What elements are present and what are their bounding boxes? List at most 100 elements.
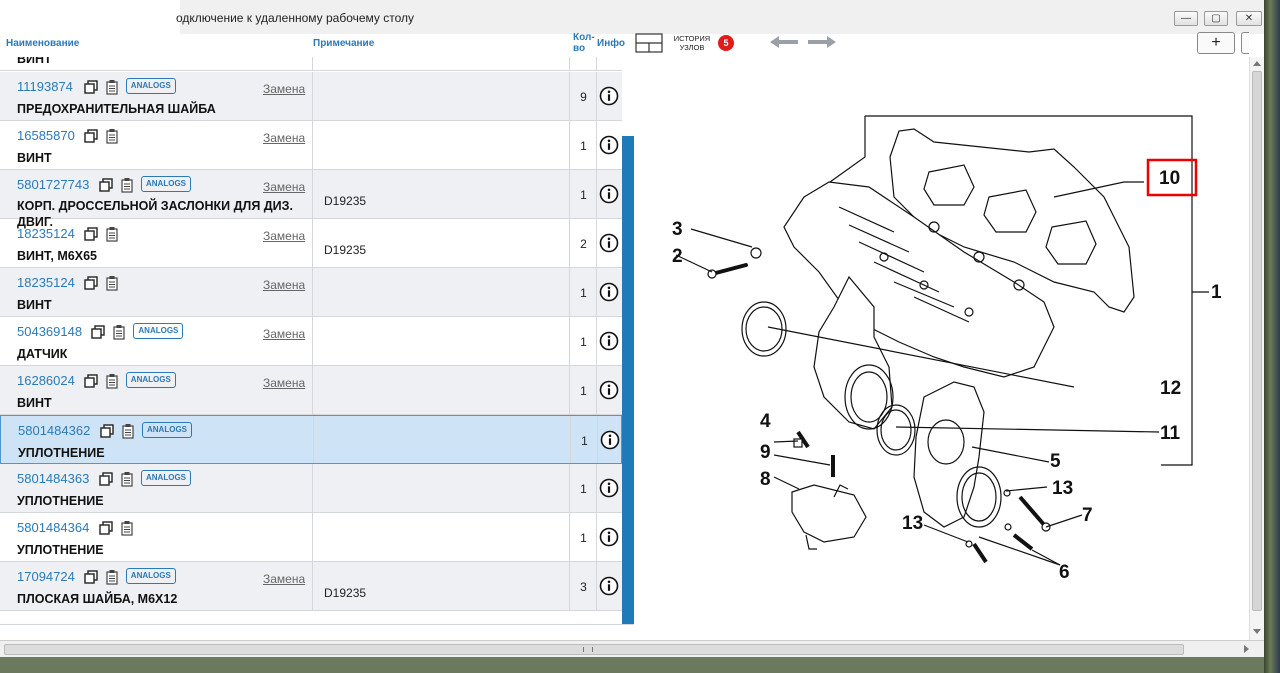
table-row[interactable]: 11193874 ANALOGS Замена ПРЕДОХРАНИТЕЛЬНАЯ Ш… (0, 72, 622, 121)
copy-icon[interactable] (91, 325, 106, 339)
clipboard-icon[interactable] (106, 569, 118, 585)
part-number-link[interactable]: 5801484364 (17, 520, 89, 535)
analogs-button[interactable]: ANALOGS (141, 470, 191, 486)
zamena-link[interactable]: Замена (263, 327, 305, 341)
copy-icon[interactable] (84, 276, 98, 290)
info-icon[interactable] (600, 430, 620, 450)
clipboard-icon[interactable] (106, 275, 118, 291)
callout-7: 7 (1082, 505, 1093, 526)
clipboard-icon[interactable] (106, 226, 118, 242)
analogs-button[interactable]: ANALOGS (142, 422, 192, 438)
info-icon[interactable] (599, 135, 619, 155)
copy-icon[interactable] (100, 424, 114, 438)
part-note: D19235 (324, 243, 367, 257)
clipboard-icon[interactable] (121, 471, 133, 487)
zamena-link[interactable]: Замена (263, 180, 305, 194)
part-number-link[interactable]: 17094724 (17, 569, 75, 584)
minimize-button[interactable]: — (1174, 11, 1198, 26)
table-row[interactable]: 16286024 ANALOGS Замена ВИНТ 1 (0, 366, 622, 415)
table-row[interactable]: 16585870 Замена ВИНТ 1 (0, 121, 622, 170)
info-icon[interactable] (599, 282, 619, 302)
info-icon[interactable] (599, 478, 619, 498)
callout-9: 9 (760, 442, 771, 463)
info-icon[interactable] (599, 576, 619, 596)
part-number-link[interactable]: 16286024 (17, 373, 75, 388)
analogs-button[interactable]: ANALOGS (133, 323, 184, 339)
part-number-link[interactable]: 504369148 (17, 324, 82, 339)
extra-button-edge[interactable] (1241, 32, 1249, 54)
diagram-scrollbar[interactable] (1249, 57, 1264, 640)
info-icon[interactable] (599, 331, 619, 351)
parts-diagram[interactable]: 1 2 3 4 5 6 7 8 9 10 11 12 13 13 (634, 57, 1248, 625)
table-row[interactable]: 17094724 ANALOGS Замена ПЛОСКАЯ ШАЙБА, M6X1… (0, 562, 622, 611)
info-icon[interactable] (599, 233, 619, 253)
forward-arrow-icon[interactable] (806, 35, 838, 49)
scroll-up-icon[interactable] (1253, 61, 1261, 66)
table-row[interactable]: 5801484364 УПЛОТНЕНИЕ 1 (0, 513, 622, 562)
clipboard-icon[interactable] (121, 177, 133, 193)
horizontal-scrollbar[interactable] (0, 640, 1264, 657)
table-row[interactable]: 18235124 Замена ВИНТ, M6X65 D19235 2 (0, 219, 622, 268)
analogs-button[interactable]: ANALOGS (125, 372, 176, 388)
clipboard-icon[interactable] (106, 79, 118, 95)
table-row[interactable]: 18235124 Замена ВИНТ 1 (0, 268, 622, 317)
analogs-button[interactable]: ANALOGS (125, 78, 176, 94)
horizontal-scroll-thumb[interactable] (4, 644, 1184, 655)
part-number-link[interactable]: 5801727743 (17, 177, 89, 192)
analogs-button[interactable]: ANALOGS (141, 176, 191, 192)
callout-1: 1 (1211, 282, 1222, 303)
copy-icon[interactable] (99, 178, 113, 192)
table-row[interactable]: 504369148 ANALOGS Замена ДАТЧИК 1 (0, 317, 622, 366)
table-scrollbar-thumb[interactable] (622, 136, 634, 625)
callout-13a: 13 (1052, 478, 1073, 499)
analogs-button[interactable]: ANALOGS (125, 568, 176, 584)
zamena-link[interactable]: Замена (263, 572, 305, 586)
info-icon[interactable] (599, 184, 619, 204)
clipboard-icon[interactable] (113, 324, 125, 340)
table-row[interactable]: 5801484363 ANALOGS УПЛОТНЕНИЕ 1 (0, 464, 622, 513)
part-name: ПЛОСКАЯ ШАЙБА, M6X12 (17, 592, 178, 606)
desktop-edge (1264, 0, 1280, 673)
table-row[interactable]: 5801727743 ANALOGS Замена КОРП. ДРОССЕЛЬНОЙ… (0, 170, 622, 229)
callout-11: 11 (1160, 423, 1181, 444)
info-icon[interactable] (599, 86, 619, 106)
part-number-link[interactable]: 18235124 (17, 275, 75, 290)
part-number-link[interactable]: 5801484363 (17, 471, 89, 486)
part-number-link[interactable]: 16585870 (17, 128, 75, 143)
zamena-link[interactable]: Замена (263, 278, 305, 292)
back-arrow-icon[interactable] (768, 35, 800, 49)
zamena-link[interactable]: Замена (263, 229, 305, 243)
clipboard-icon[interactable] (106, 373, 118, 389)
copy-icon[interactable] (84, 570, 98, 584)
copy-icon[interactable] (84, 227, 98, 241)
table-footer (0, 624, 634, 640)
copy-icon[interactable] (84, 80, 98, 94)
copy-icon[interactable] (84, 374, 98, 388)
copy-icon[interactable] (84, 129, 98, 143)
zamena-link[interactable]: Замена (263, 131, 305, 145)
history-button[interactable]: ИСТОРИЯ УЗЛОВ (670, 34, 714, 52)
copy-icon[interactable] (99, 521, 113, 535)
info-icon[interactable] (599, 380, 619, 400)
copy-icon[interactable] (99, 472, 113, 486)
clipboard-icon[interactable] (106, 128, 118, 144)
scroll-down-icon[interactable] (1253, 629, 1261, 634)
diagram-scroll-thumb[interactable] (1252, 71, 1262, 611)
maximize-button[interactable]: ▢ (1204, 11, 1228, 26)
zamena-link[interactable]: Замена (263, 376, 305, 390)
part-name: ПРЕДОХРАНИТЕЛЬНАЯ ШАЙБА (17, 102, 216, 116)
part-number-link[interactable]: 11193874 (17, 79, 73, 94)
col-header-qty[interactable]: Кол-во (573, 32, 595, 54)
scroll-right-icon[interactable] (1244, 645, 1249, 653)
part-number-link[interactable]: 18235124 (17, 226, 75, 241)
info-icon[interactable] (599, 527, 619, 547)
zamena-link[interactable]: Замена (263, 82, 305, 96)
add-button[interactable]: + (1197, 32, 1235, 54)
table-row[interactable]: 5801484362 ANALOGS УПЛОТНЕНИЕ 1 (0, 415, 622, 464)
clipboard-icon[interactable] (122, 423, 134, 439)
layout-toggle-icon[interactable] (635, 33, 663, 53)
part-number-link[interactable]: 5801484362 (18, 423, 90, 438)
close-button[interactable]: ✕ (1236, 11, 1262, 26)
part-name: УПЛОТНЕНИЕ (18, 446, 105, 460)
clipboard-icon[interactable] (121, 520, 133, 536)
